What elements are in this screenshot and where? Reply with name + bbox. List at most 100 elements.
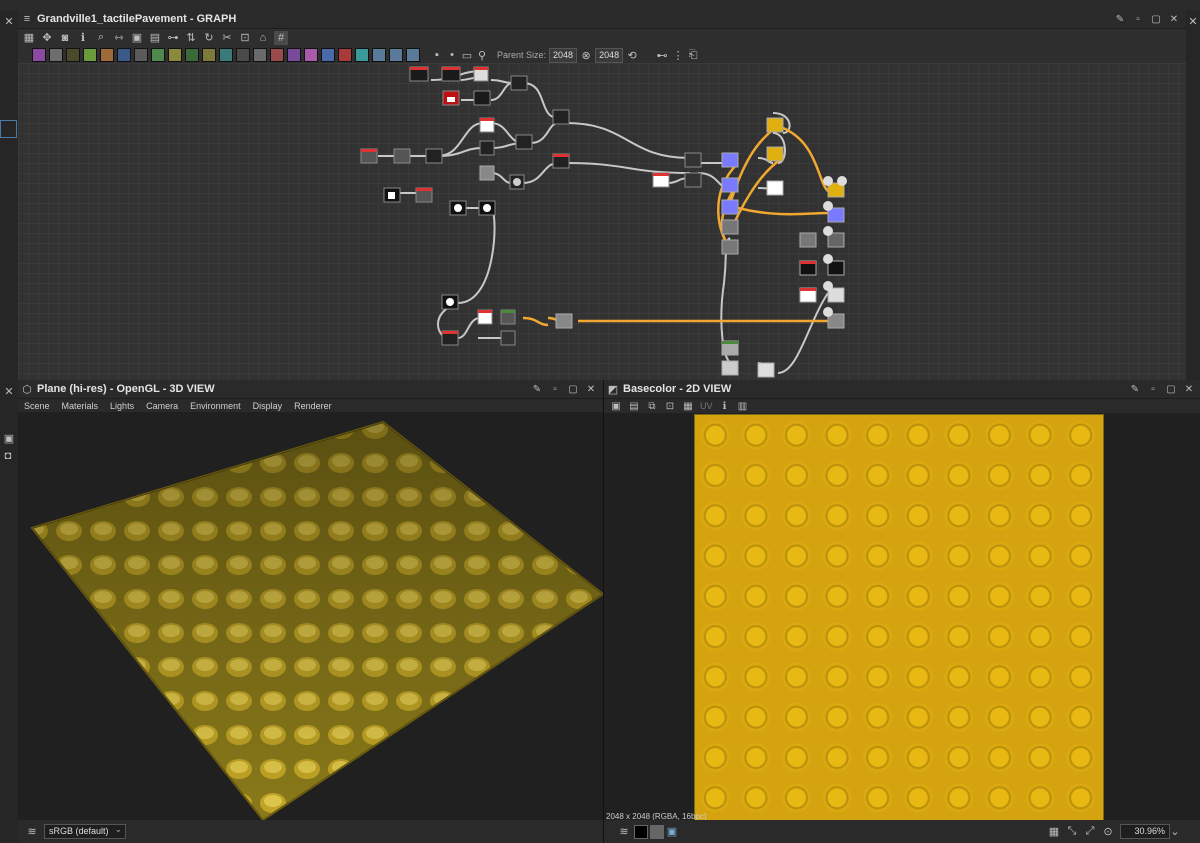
link-icon[interactable]: ⇿ bbox=[112, 31, 126, 45]
menu-renderer[interactable]: Renderer bbox=[294, 401, 332, 411]
layers-icon[interactable]: ≋ bbox=[26, 825, 38, 838]
zoom-icon[interactable]: ⤢ bbox=[1084, 825, 1096, 838]
dock-tab[interactable] bbox=[0, 120, 17, 138]
node-library-swatch[interactable] bbox=[185, 48, 199, 62]
close-icon[interactable]: ✕ bbox=[585, 383, 597, 395]
preview-icon[interactable]: ◘ bbox=[2, 450, 14, 462]
node-library-swatch[interactable] bbox=[202, 48, 216, 62]
publish-icon[interactable]: ⋮ bbox=[672, 49, 684, 62]
person-icon[interactable]: ⚲ bbox=[476, 49, 488, 62]
node-library-swatch[interactable] bbox=[287, 48, 301, 62]
layers-icon[interactable]: ≋ bbox=[618, 825, 630, 838]
node-library-swatch[interactable] bbox=[253, 48, 267, 62]
link-params-icon[interactable]: ⎗ bbox=[687, 49, 699, 62]
maximize-icon[interactable]: ▢ bbox=[1150, 13, 1162, 25]
node-library-swatch[interactable] bbox=[117, 48, 131, 62]
search-icon[interactable]: ⌕ bbox=[94, 31, 108, 45]
target-icon[interactable]: ⊙ bbox=[1102, 825, 1114, 838]
menu-environment[interactable]: Environment bbox=[190, 401, 241, 411]
chevron-down-icon[interactable]: ⌄ bbox=[1170, 825, 1180, 838]
split-icon[interactable]: ⇅ bbox=[184, 31, 198, 45]
pin-icon[interactable]: ✎ bbox=[1129, 383, 1141, 395]
colorspace-select[interactable]: sRGB (default) bbox=[44, 823, 126, 839]
channel-icon[interactable]: ▣ bbox=[610, 400, 622, 412]
close-icon[interactable]: ✕ bbox=[1183, 383, 1195, 395]
fit-icon[interactable]: ⊡ bbox=[664, 400, 676, 412]
node-library-swatch[interactable] bbox=[338, 48, 352, 62]
save-icon[interactable]: ▤ bbox=[628, 400, 640, 412]
node-library-swatch[interactable] bbox=[66, 48, 80, 62]
lock-icon[interactable]: ⊗ bbox=[580, 49, 592, 62]
basecolor-texture[interactable] bbox=[694, 414, 1104, 821]
menu-materials[interactable]: Materials bbox=[62, 401, 99, 411]
pin-icon[interactable]: ⊶ bbox=[166, 31, 180, 45]
grid-icon[interactable]: ▦ bbox=[22, 31, 36, 45]
maximize-icon[interactable]: ▢ bbox=[567, 383, 579, 395]
float-icon[interactable]: ▫ bbox=[1132, 13, 1144, 25]
node-library-swatch[interactable] bbox=[151, 48, 165, 62]
tile-icon[interactable]: ▦ bbox=[682, 400, 694, 412]
histogram-icon[interactable]: ▥ bbox=[737, 400, 749, 412]
move-icon[interactable]: ✥ bbox=[40, 31, 54, 45]
zoom-field[interactable]: 30.96% bbox=[1120, 824, 1170, 839]
node-library-swatch[interactable] bbox=[83, 48, 97, 62]
tile-icon[interactable]: ▦ bbox=[1048, 825, 1060, 838]
graph-settings-icon[interactable]: ⊷ bbox=[655, 49, 669, 62]
menu-scene[interactable]: Scene bbox=[24, 401, 50, 411]
node-library-swatch[interactable] bbox=[134, 48, 148, 62]
reset-icon[interactable]: ⟲ bbox=[626, 49, 638, 62]
node-library-swatch[interactable] bbox=[32, 48, 46, 62]
uv-label[interactable]: UV bbox=[700, 401, 713, 411]
node-library-swatch[interactable] bbox=[389, 48, 403, 62]
node-library-swatch[interactable] bbox=[372, 48, 386, 62]
node-library-swatch[interactable] bbox=[49, 48, 63, 62]
copy-icon[interactable]: ⧉ bbox=[646, 400, 658, 412]
size-select[interactable]: 2048 bbox=[595, 47, 624, 63]
node-library-swatch[interactable] bbox=[236, 48, 250, 62]
node-library-swatch[interactable] bbox=[321, 48, 335, 62]
parent-size-select[interactable]: 2048 bbox=[549, 47, 578, 63]
pin-icon[interactable]: ✎ bbox=[531, 383, 543, 395]
refresh-icon[interactable]: ↻ bbox=[202, 31, 216, 45]
bg-gray-swatch[interactable] bbox=[650, 824, 664, 839]
node-library-swatch[interactable] bbox=[219, 48, 233, 62]
snap-icon[interactable]: # bbox=[274, 30, 288, 45]
bg-black-swatch[interactable] bbox=[634, 824, 648, 839]
frame-node-icon[interactable]: ▭ bbox=[461, 49, 473, 62]
menu-display[interactable]: Display bbox=[253, 401, 283, 411]
maximize-icon[interactable]: ▢ bbox=[1165, 383, 1177, 395]
graph-menu-icon[interactable]: ≡ bbox=[21, 13, 33, 25]
frame-icon[interactable]: ▣ bbox=[130, 31, 144, 45]
menu-camera[interactable]: Camera bbox=[146, 401, 178, 411]
float-icon[interactable]: ▫ bbox=[1147, 383, 1159, 395]
view3d-panel: ⬡ Plane (hi-res) - OpenGL - 3D VIEW ✎ ▫ … bbox=[18, 380, 611, 843]
info-icon[interactable]: ℹ bbox=[76, 31, 90, 45]
view3d-viewport[interactable] bbox=[18, 412, 603, 820]
tool-icon[interactable]: ✂ bbox=[220, 31, 234, 45]
node-library-swatch[interactable] bbox=[168, 48, 182, 62]
comment-icon[interactable]: ▪ bbox=[431, 49, 443, 61]
clean-icon[interactable]: ⌂ bbox=[256, 31, 270, 45]
info-icon[interactable]: ℹ bbox=[719, 400, 731, 412]
node-library-swatch[interactable] bbox=[270, 48, 284, 62]
align-icon[interactable]: ▤ bbox=[148, 31, 162, 45]
graph-canvas[interactable] bbox=[18, 63, 1186, 380]
camera-icon[interactable]: ▣ bbox=[3, 432, 15, 445]
node-library-swatch[interactable] bbox=[100, 48, 114, 62]
node-library-swatch[interactable] bbox=[355, 48, 369, 62]
node-library-swatch[interactable] bbox=[406, 48, 420, 62]
close-icon[interactable]: ✕ bbox=[1187, 15, 1199, 28]
pin-icon[interactable]: ✎ bbox=[1114, 13, 1126, 25]
dot-icon[interactable]: • bbox=[446, 49, 458, 61]
close-icon[interactable]: ✕ bbox=[3, 385, 15, 398]
pan-icon[interactable]: ⤡ bbox=[1066, 825, 1078, 838]
camera-icon[interactable]: ◙ bbox=[58, 31, 72, 45]
export-icon[interactable]: ⊡ bbox=[238, 31, 252, 45]
float-icon[interactable]: ▫ bbox=[549, 383, 561, 395]
close-icon[interactable]: ✕ bbox=[1168, 13, 1180, 25]
screen-icon[interactable]: ▣ bbox=[666, 825, 678, 838]
view3d-titlebar: ⬡ Plane (hi-res) - OpenGL - 3D VIEW ✎ ▫ … bbox=[18, 380, 603, 399]
close-icon[interactable]: ✕ bbox=[3, 15, 15, 28]
menu-lights[interactable]: Lights bbox=[110, 401, 134, 411]
node-library-swatch[interactable] bbox=[304, 48, 318, 62]
